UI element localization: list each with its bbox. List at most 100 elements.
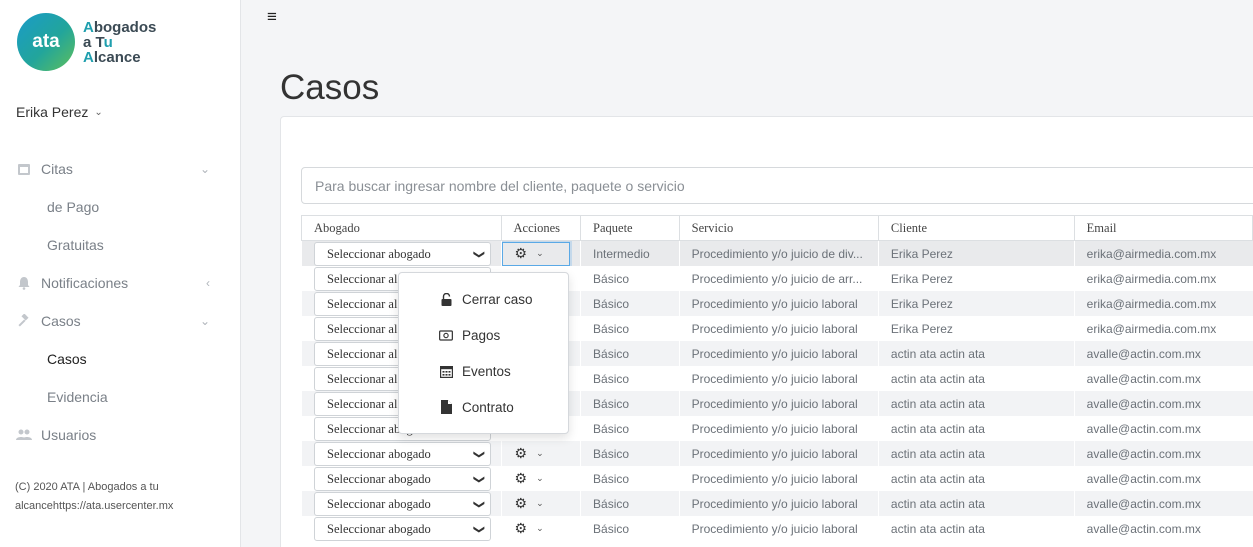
sidebar-item-usuarios[interactable]: Usuarios xyxy=(0,416,240,454)
cell-servicio: Procedimiento y/o juicio laboral xyxy=(691,321,858,336)
cell-paquete: Básico xyxy=(580,391,680,416)
sidebar-item-label: Citas xyxy=(41,161,73,177)
cell-cliente: Erika Perez xyxy=(890,271,953,286)
abogado-select[interactable]: Seleccionar abogado ❯ xyxy=(314,467,491,491)
col-header-acciones[interactable]: Acciones xyxy=(500,215,582,241)
chevron-down-icon: ❯ xyxy=(472,474,485,484)
sidebar-item-notificaciones[interactable]: Notificaciones ‹ xyxy=(0,264,240,302)
chevron-down-icon: ❯ xyxy=(472,524,485,534)
cell-acciones: ⚙⌄ xyxy=(501,441,581,466)
logo-mark: ata xyxy=(17,13,75,71)
select-value: Seleccionar abogado xyxy=(327,446,431,461)
sidebar-item-gratuitas[interactable]: Gratuitas xyxy=(0,226,240,264)
actions-button[interactable]: ⚙⌄ xyxy=(502,442,544,466)
user-name: Erika Perez xyxy=(16,104,89,120)
gear-icon: ⚙ xyxy=(514,445,528,461)
cell-paquete: Básico xyxy=(580,341,680,366)
sidebar: ata Abogados a Tu Alcance Erika Perez ⌄ … xyxy=(0,0,241,547)
search-input[interactable] xyxy=(301,167,1253,204)
money-icon xyxy=(439,329,453,341)
select-value: Seleccionar abogado xyxy=(327,521,431,536)
select-value: Seleccionar al xyxy=(327,296,398,311)
cell-email: avalle@actin.com.mx xyxy=(1074,441,1253,466)
chevron-down-icon: ⌄ xyxy=(199,314,210,328)
cell-paquete: Básico xyxy=(593,521,630,536)
users-icon xyxy=(16,427,32,443)
sidebar-item-evidencia[interactable]: Evidencia xyxy=(0,378,240,416)
footer: (C) 2020 ATA | Abogados a tu alcancehttp… xyxy=(15,478,230,516)
cell-email: erika@airmedia.com.mx xyxy=(1086,321,1217,336)
cell-servicio: Procedimiento y/o juicio laboral xyxy=(691,521,858,536)
cell-cliente: actin ata actin ata xyxy=(878,491,1075,516)
actions-button[interactable]: ⚙⌄ xyxy=(502,467,544,491)
sidebar-item-casos[interactable]: Casos ⌄ xyxy=(0,302,240,340)
select-value: Seleccionar al xyxy=(327,321,398,336)
cell-servicio: Procedimiento y/o juicio laboral xyxy=(691,421,858,436)
chevron-left-icon: ‹ xyxy=(206,276,210,290)
cell-cliente: actin ata actin ata xyxy=(890,471,985,486)
col-header-servicio[interactable]: Servicio xyxy=(678,215,879,241)
sidebar-nav: Citas ⌄ de Pago Gratuitas Notificaciones… xyxy=(0,150,240,454)
sidebar-item-casos-sub[interactable]: Casos xyxy=(0,340,240,378)
actions-button[interactable]: ⚙⌄ xyxy=(502,492,544,516)
col-header-abogado[interactable]: Abogado xyxy=(301,215,502,241)
menu-item-contrato[interactable]: Contrato xyxy=(399,389,568,425)
cell-email: erika@airmedia.com.mx xyxy=(1086,271,1217,286)
cell-cliente: actin ata actin ata xyxy=(878,441,1075,466)
cell-abogado: Seleccionar abogado ❯ xyxy=(302,466,502,491)
user-menu[interactable]: Erika Perez ⌄ xyxy=(16,104,103,120)
sidebar-item-label: de Pago xyxy=(47,199,100,215)
sidebar-item-label: Casos xyxy=(41,313,81,329)
abogado-select[interactable]: Seleccionar abogado ❯ xyxy=(314,442,491,466)
cell-abogado: Seleccionar abogado ❯ xyxy=(301,441,502,466)
cell-servicio: Procedimiento y/o juicio laboral xyxy=(679,341,879,366)
chevron-down-icon: ⌄ xyxy=(536,523,544,533)
menu-item-label: Contrato xyxy=(462,399,514,415)
actions-button[interactable]: ⚙⌄ xyxy=(502,241,570,266)
cell-email: avalle@actin.com.mx xyxy=(1074,341,1253,366)
abogado-select[interactable]: Seleccionar abogado ❯ xyxy=(314,242,491,266)
cell-acciones: ⚙⌄ xyxy=(501,516,580,541)
cell-acciones: ⚙⌄ xyxy=(501,240,581,266)
actions-button[interactable]: ⚙⌄ xyxy=(502,517,544,541)
cell-email: avalle@actin.com.mx xyxy=(1086,421,1201,436)
abogado-select[interactable]: Seleccionar abogado ❯ xyxy=(314,517,491,541)
select-value: Seleccionar al xyxy=(327,396,398,411)
chevron-down-icon: ⌄ xyxy=(199,162,210,176)
select-value: Seleccionar abogado xyxy=(327,496,431,511)
calendar-icon xyxy=(16,161,32,177)
menu-item-eventos[interactable]: Eventos xyxy=(399,353,568,389)
cell-servicio: Procedimiento y/o juicio laboral xyxy=(679,391,879,416)
menu-item-pagos[interactable]: Pagos xyxy=(399,317,568,353)
cell-email: avalle@actin.com.mx xyxy=(1074,491,1253,516)
cell-paquete: Básico xyxy=(580,291,680,316)
sidebar-item-citas[interactable]: Citas ⌄ xyxy=(0,150,240,188)
col-header-paquete[interactable]: Paquete xyxy=(580,215,680,241)
cell-email: avalle@actin.com.mx xyxy=(1086,471,1201,486)
cell-cliente: actin ata actin ata xyxy=(890,421,985,436)
select-value: Seleccionar al xyxy=(327,271,398,286)
cell-servicio: Procedimiento y/o juicio laboral xyxy=(691,371,858,386)
col-header-cliente[interactable]: Cliente xyxy=(877,215,1075,241)
cell-email: erika@airmedia.com.mx xyxy=(1074,291,1253,316)
col-header-email[interactable]: Email xyxy=(1073,215,1253,241)
cell-paquete: Básico xyxy=(580,491,680,516)
menu-toggle-icon[interactable]: ≡ xyxy=(267,7,277,27)
cell-servicio: Procedimiento y/o juicio laboral xyxy=(691,471,858,486)
chevron-down-icon: ❯ xyxy=(472,499,485,509)
cell-paquete: Básico xyxy=(593,421,630,436)
select-value: Seleccionar al xyxy=(327,371,398,386)
table-row: Seleccionar abogado❯⚙⌄BásicoProcedimient… xyxy=(301,491,1253,516)
cell-cliente: Erika Perez xyxy=(890,321,953,336)
logo[interactable]: ata Abogados a Tu Alcance xyxy=(17,13,156,71)
sidebar-item-de-pago[interactable]: de Pago xyxy=(0,188,240,226)
cell-paquete: Básico xyxy=(580,441,680,466)
abogado-select[interactable]: Seleccionar abogado ❯ xyxy=(314,492,491,516)
cell-cliente: Erika Perez xyxy=(878,291,1075,316)
table-header-row: Abogado Acciones Paquete Servicio Client… xyxy=(301,215,1253,241)
sidebar-item-label: Gratuitas xyxy=(47,237,104,253)
cell-email: erika@airmedia.com.mx xyxy=(1074,240,1253,266)
gear-icon: ⚙ xyxy=(514,495,528,511)
table-row: Seleccionar abogado ❯ ⚙⌄ Básico Procedimient… xyxy=(302,516,1253,541)
menu-item-cerrar-caso[interactable]: Cerrar caso xyxy=(399,281,568,317)
